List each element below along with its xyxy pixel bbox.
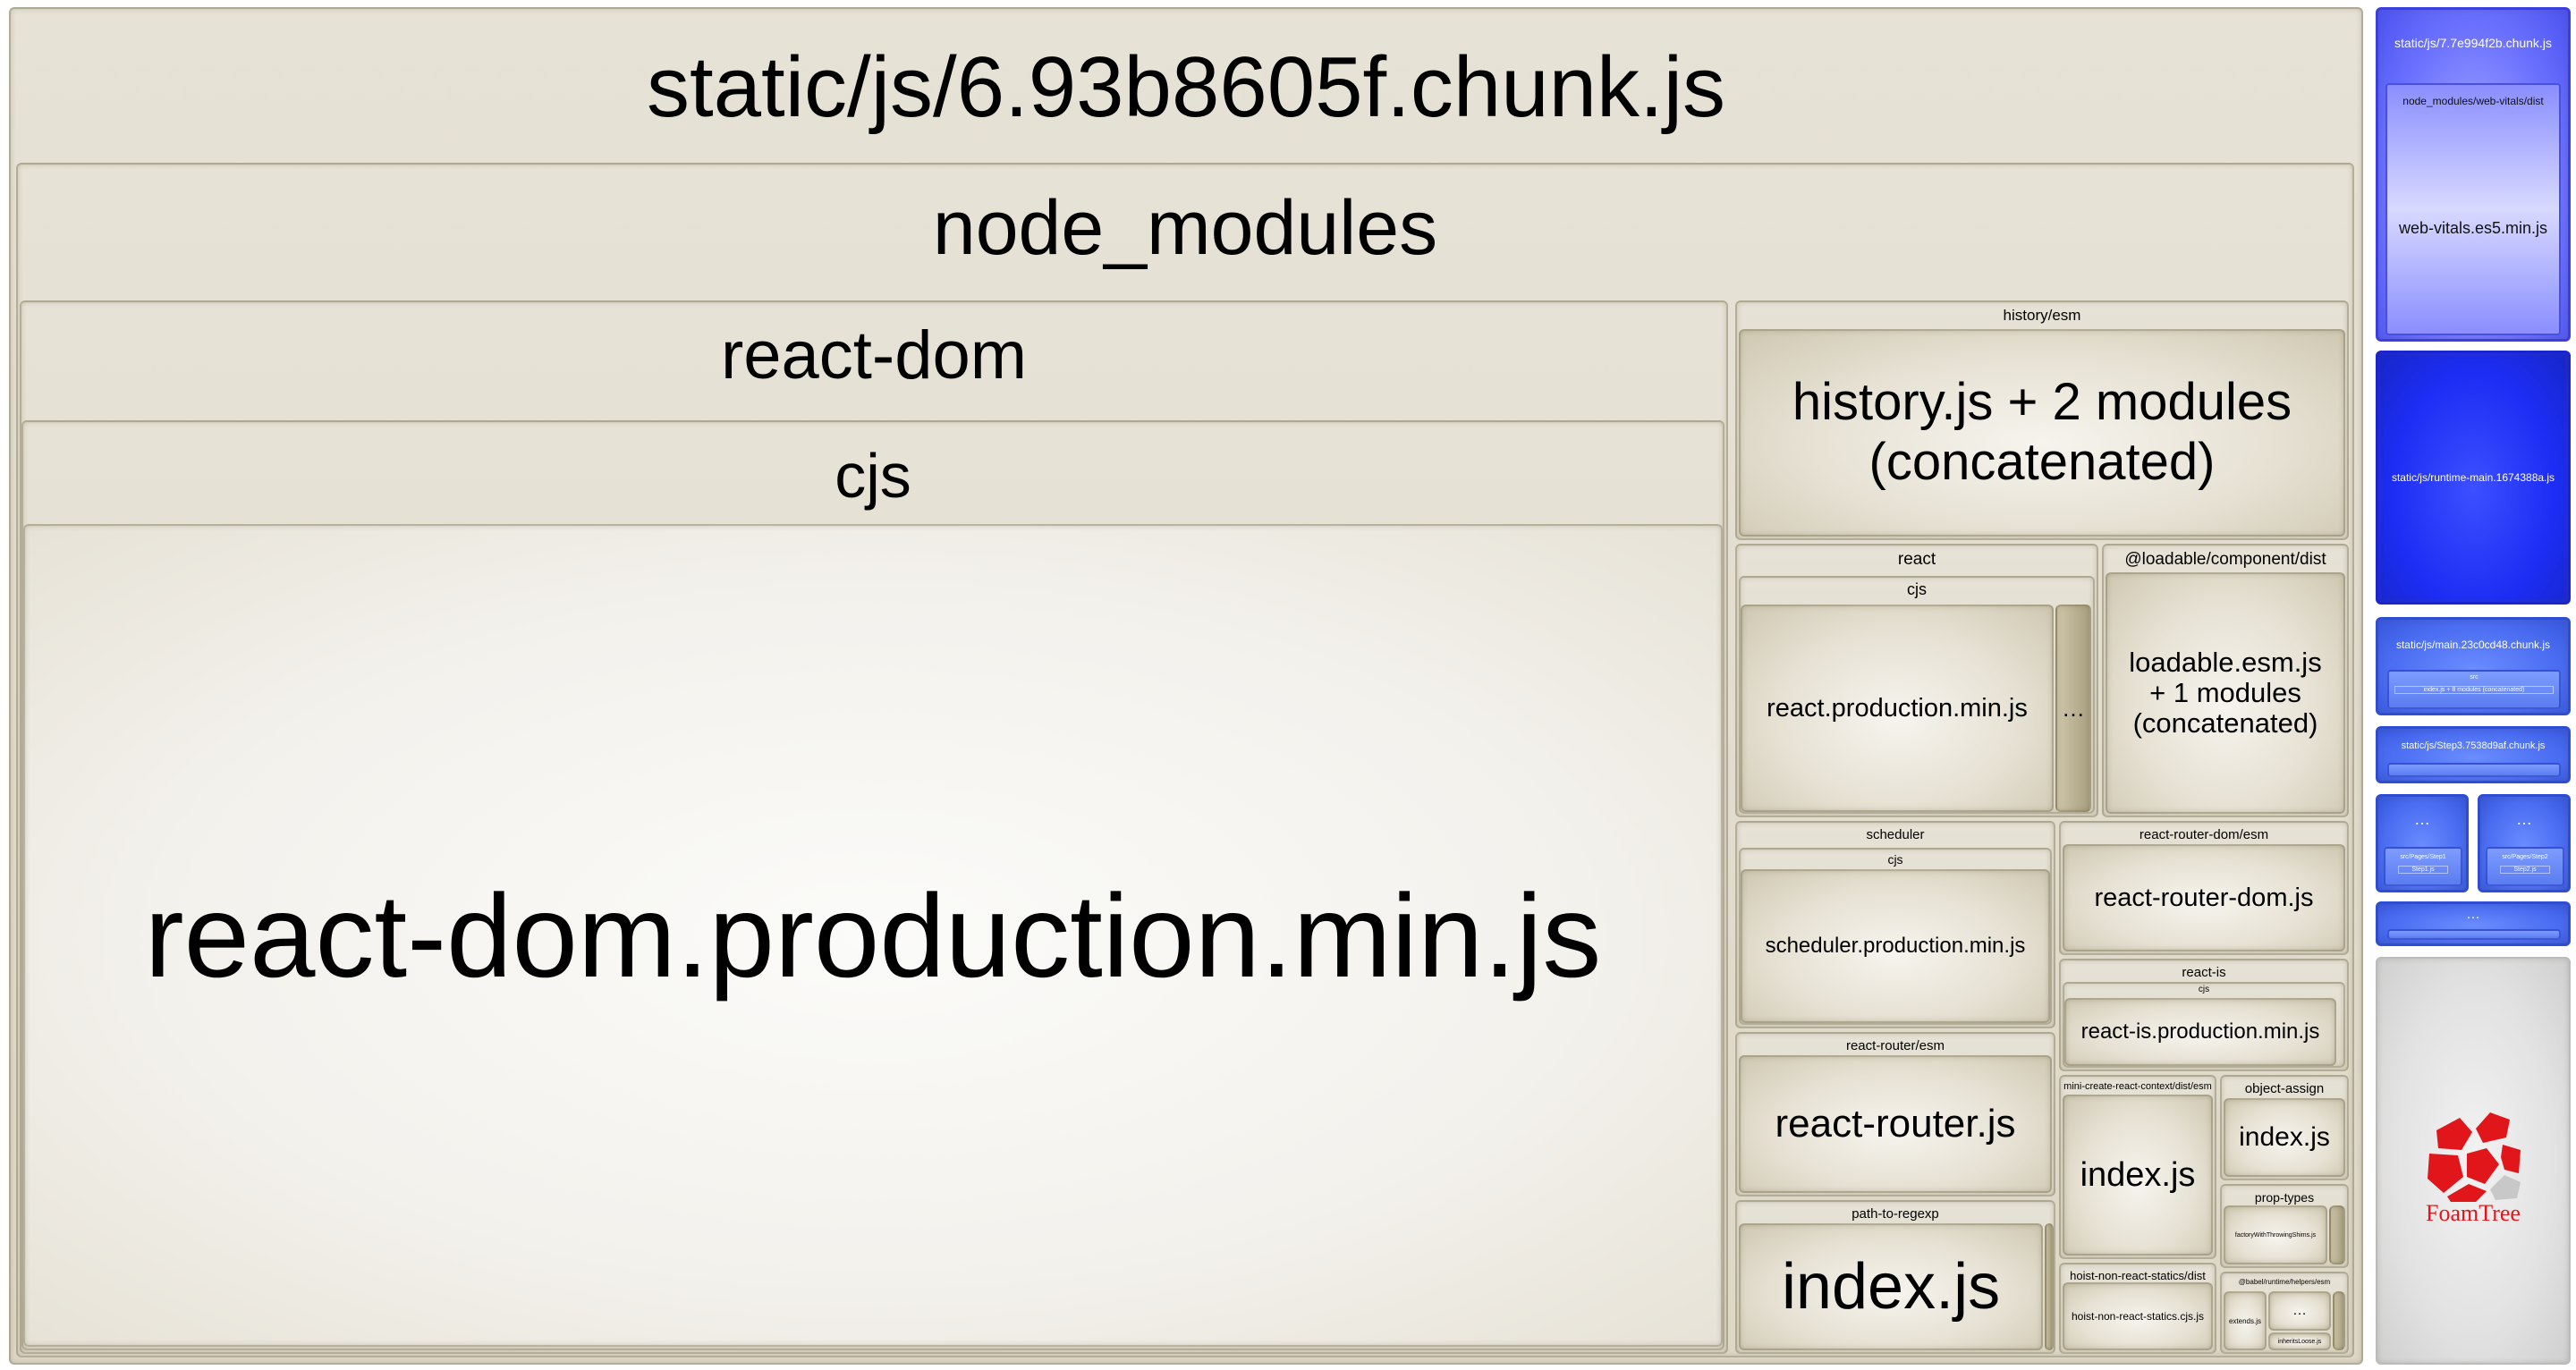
- prop-types-file-label: factoryWithThrowingShims.js: [2234, 1231, 2317, 1239]
- react-is-file-tile[interactable]: react-is.production.min.js: [2064, 998, 2336, 1066]
- scheduler-cjs-label: cjs: [1887, 852, 1903, 867]
- object-assign-file-label: index.js: [2239, 1122, 2330, 1152]
- react-dom-file-tile[interactable]: react-dom.production.min.js: [23, 524, 1723, 1347]
- chunk-6-title: static/js/6.93b8605f.chunk.js: [646, 39, 1726, 135]
- react-dom-label: react-dom: [720, 317, 1028, 393]
- foamtree-logo-icon: [2428, 1112, 2521, 1202]
- react-router-dom-file-label: react-router-dom.js: [2094, 883, 2314, 912]
- react-dom-file-label: react-dom.production.min.js: [144, 869, 1602, 1002]
- babel-inherits-tile[interactable]: inheritsLoose.js: [2268, 1332, 2331, 1350]
- path-to-regexp-extra-tile[interactable]: [2045, 1223, 2054, 1350]
- more-chunks-tile[interactable]: …: [2376, 901, 2571, 946]
- object-assign-dir-label: object-assign: [2244, 1081, 2325, 1096]
- react-is-file-label: react-is.production.min.js: [2080, 1019, 2320, 1044]
- mcrc-file-tile[interactable]: index.js: [2063, 1095, 2213, 1256]
- babel-inherits-label: inheritsLoose.js: [2277, 1338, 2322, 1345]
- loadable-file-label: loadable.esm.js + 1 modules (concatenate…: [2129, 646, 2322, 740]
- hnrs-dir-label: hoist-non-react-statics/dist: [2070, 1269, 2206, 1282]
- step1-dir-tile[interactable]: src/Pages/Step1 Step1.js: [2384, 847, 2462, 886]
- react-file-tile[interactable]: react.production.min.js: [1741, 605, 2054, 812]
- babel-dir-label: @babel/runtime/helpers/esm: [2238, 1278, 2331, 1286]
- foamtree-logo-area: FoamTree: [2376, 957, 2571, 1365]
- scheduler-dir-label: scheduler: [1866, 827, 1925, 842]
- chunk-7-tile[interactable]: static/js/7.7e994f2b.chunk.js node_modul…: [2376, 7, 2571, 342]
- runtime-main-tile[interactable]: static/js/runtime-main.1674388a.js: [2376, 351, 2571, 605]
- mcrc-dir-label: mini-create-react-context/dist/esm: [2063, 1081, 2212, 1092]
- main-src-tile[interactable]: src index.js + 8 modules (concatenated): [2387, 670, 2561, 709]
- react-is-dir-label: react-is: [2182, 965, 2226, 980]
- react-router-dom-dir-label: react-router-dom/esm: [2139, 827, 2269, 842]
- web-vitals-dir-label: node_modules/web-vitals/dist: [2402, 95, 2544, 107]
- react-dir-label: react: [1897, 550, 1936, 569]
- step3-inner-tile[interactable]: [2387, 763, 2561, 777]
- foamtree-logo-text: FoamTree: [2426, 1200, 2521, 1226]
- mcrc-file-label: index.js: [2080, 1155, 2196, 1194]
- step2-chunk-tile[interactable]: … src/Pages/Step2 Step2.js: [2478, 794, 2571, 892]
- main-chunk-title: static/js/main.23c0cd48.chunk.js: [2395, 638, 2551, 651]
- runtime-main-label: static/js/runtime-main.1674388a.js: [2391, 471, 2555, 484]
- prop-types-dir-label: prop-types: [2254, 1190, 2315, 1205]
- step1-chunk-tile[interactable]: … src/Pages/Step1 Step1.js: [2376, 794, 2469, 892]
- scheduler-file-label: scheduler.production.min.js: [1765, 934, 2026, 958]
- more-icon: …: [2292, 1303, 2307, 1318]
- node-modules-label: node_modules: [932, 185, 1438, 271]
- loadable-file-tile[interactable]: loadable.esm.js + 1 modules (concatenate…: [2106, 572, 2345, 814]
- history-file-label: history.js + 2 modules (concatenated): [1792, 373, 2292, 491]
- react-more-tile[interactable]: …: [2055, 605, 2091, 812]
- step2-dir-label: src/Pages/Step2: [2502, 854, 2548, 860]
- react-cjs-label: cjs: [1907, 580, 1927, 598]
- react-router-dom-file-tile[interactable]: react-router-dom.js: [2063, 844, 2345, 951]
- step2-dir-tile[interactable]: src/Pages/Step2 Step2.js: [2486, 847, 2564, 886]
- prop-types-file-tile[interactable]: factoryWithThrowingShims.js: [2224, 1205, 2327, 1264]
- babel-extra-tile[interactable]: [2333, 1291, 2345, 1350]
- history-dir-label: history/esm: [2003, 307, 2081, 324]
- step3-chunk-tile[interactable]: static/js/Step3.7538d9af.chunk.js: [2376, 726, 2571, 783]
- object-assign-file-tile[interactable]: index.js: [2224, 1098, 2345, 1177]
- more-chunks-inner-tile[interactable]: [2387, 929, 2561, 940]
- main-index-label: index.js + 8 modules (concatenated): [2394, 686, 2554, 694]
- react-is-cjs-label: cjs: [2198, 985, 2210, 994]
- web-vitals-file-label: web-vitals.es5.min.js: [2398, 219, 2548, 237]
- main-chunk-tile[interactable]: static/js/main.23c0cd48.chunk.js src ind…: [2376, 617, 2571, 715]
- babel-extends-label: extends.js: [2228, 1316, 2262, 1325]
- history-file-tile[interactable]: history.js + 2 modules (concatenated): [1739, 329, 2345, 537]
- more-icon: …: [2466, 907, 2480, 922]
- hnrs-file-tile[interactable]: hoist-non-react-statics.cjs.js: [2063, 1282, 2213, 1350]
- more-icon: …: [2516, 810, 2532, 828]
- step1-dir-label: src/Pages/Step1: [2400, 854, 2446, 860]
- more-icon: …: [2062, 694, 2085, 722]
- scheduler-file-tile[interactable]: scheduler.production.min.js: [1741, 869, 2050, 1023]
- loadable-dir-label: @loadable/component/dist: [2124, 550, 2326, 569]
- more-icon: …: [2414, 810, 2430, 828]
- hnrs-file-label: hoist-non-react-statics.cjs.js: [2071, 1310, 2205, 1323]
- path-to-regexp-file-tile[interactable]: index.js: [1739, 1223, 2043, 1350]
- web-vitals-dir-tile[interactable]: node_modules/web-vitals/dist web-vitals.…: [2385, 83, 2561, 335]
- main-src-label: src: [2470, 674, 2479, 681]
- step3-chunk-title: static/js/Step3.7538d9af.chunk.js: [2401, 740, 2546, 751]
- path-to-regexp-dir-label: path-to-regexp: [1852, 1206, 1939, 1222]
- react-router-file-tile[interactable]: react-router.js: [1739, 1055, 2052, 1193]
- babel-more-tile[interactable]: …: [2268, 1291, 2331, 1331]
- babel-extends-tile[interactable]: extends.js: [2224, 1291, 2267, 1350]
- react-router-file-label: react-router.js: [1775, 1102, 2016, 1146]
- react-dom-cjs-label: cjs: [835, 441, 911, 511]
- step1-file-label: Step1.js: [2398, 866, 2448, 874]
- chunk-7-title: static/js/7.7e994f2b.chunk.js: [2394, 36, 2552, 50]
- step2-file-label: Step2.js: [2500, 866, 2550, 874]
- prop-types-extra-tile[interactable]: [2329, 1205, 2345, 1264]
- react-router-dir-label: react-router/esm: [1845, 1038, 1945, 1053]
- react-file-label: react.production.min.js: [1767, 693, 2028, 723]
- path-to-regexp-file-label: index.js: [1781, 1251, 2001, 1323]
